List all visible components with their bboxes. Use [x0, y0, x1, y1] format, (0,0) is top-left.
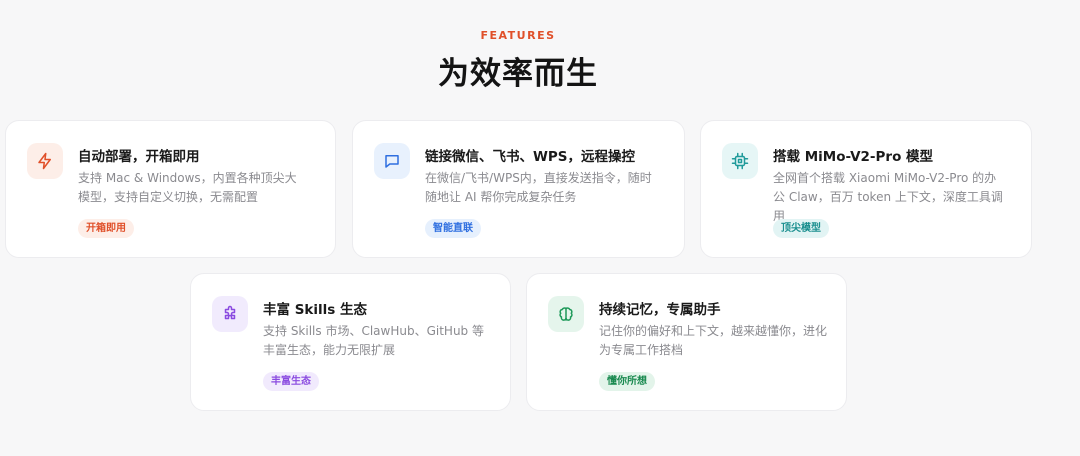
feature-card-skills: 丰富 Skills 生态 支持 Skills 市场、ClawHub、GitHub… — [190, 273, 511, 411]
section-eyebrow: FEATURES — [480, 29, 556, 42]
feature-description: 支持 Skills 市场、ClawHub、GitHub 等丰富生态，能力无限扩展 — [263, 324, 484, 357]
feature-tag: 顶尖模型 — [773, 219, 829, 238]
feature-tag: 懂你所想 — [599, 372, 655, 391]
feature-description: 记住你的偏好和上下文，越来越懂你，进化为专属工作搭档 — [599, 324, 828, 357]
chip-icon — [722, 143, 758, 179]
feature-title: 链接微信、飞书、WPS，远程操控 — [425, 149, 636, 165]
feature-title: 自动部署，开箱即用 — [78, 149, 200, 165]
section-title: 为效率而生 — [438, 56, 598, 92]
feature-description: 在微信/飞书/WPS内，直接发送指令，随时随地让 AI 帮你完成复杂任务 — [425, 171, 652, 204]
feature-description: 全网首个搭载 Xiaomi MiMo-V2-Pro 的办公 Claw，百万 to… — [773, 171, 1003, 223]
puzzle-icon — [212, 296, 248, 332]
message-icon — [374, 143, 410, 179]
feature-tag: 丰富生态 — [263, 372, 319, 391]
feature-title: 搭载 MiMo-V2-Pro 模型 — [773, 149, 934, 165]
feature-tag: 智能直联 — [425, 219, 481, 238]
feature-card-model: 搭载 MiMo-V2-Pro 模型 全网首个搭载 Xiaomi MiMo-V2-… — [700, 120, 1032, 258]
features-section: FEATURES 为效率而生 自动部署，开箱即用 支持 Mac & Window… — [0, 0, 1080, 456]
feature-tag: 开箱即用 — [78, 219, 134, 238]
lightning-icon — [27, 143, 63, 179]
feature-title: 丰富 Skills 生态 — [263, 302, 368, 318]
feature-title: 持续记忆，专属助手 — [599, 302, 721, 318]
feature-card-memory: 持续记忆，专属助手 记住你的偏好和上下文，越来越懂你，进化为专属工作搭档 懂你所… — [526, 273, 847, 411]
feature-description: 支持 Mac & Windows，内置各种顶尖大模型，支持自定义切换，无需配置 — [78, 171, 297, 204]
brain-icon — [548, 296, 584, 332]
feature-card-remote-control: 链接微信、飞书、WPS，远程操控 在微信/飞书/WPS内，直接发送指令，随时随地… — [352, 120, 685, 258]
feature-card-auto-deploy: 自动部署，开箱即用 支持 Mac & Windows，内置各种顶尖大模型，支持自… — [5, 120, 336, 258]
